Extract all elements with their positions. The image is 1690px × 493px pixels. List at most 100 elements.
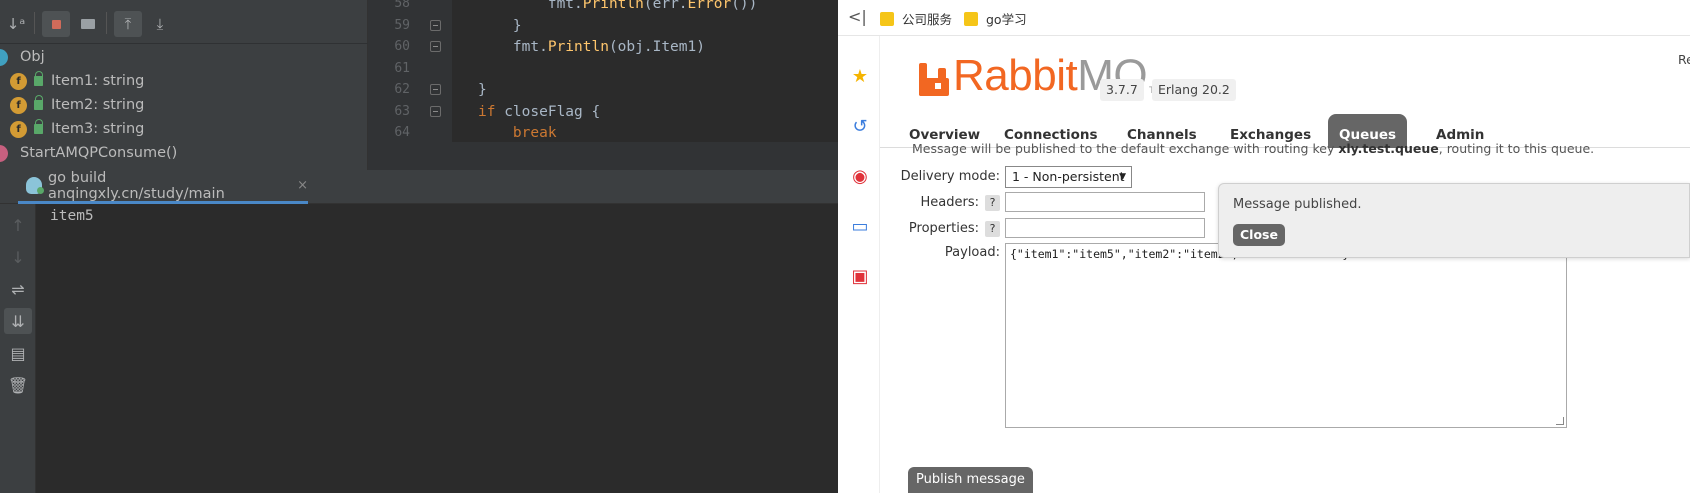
show-private-lock-icon[interactable]: [42, 11, 70, 37]
structure-panel: ↓ᵃ ⤒ ⤓ Obj f Item1: string f Item2: stri…: [0, 0, 368, 170]
star-icon[interactable]: ★: [848, 64, 872, 88]
logo-text-rabbit: Rabbit: [953, 51, 1078, 100]
close-icon[interactable]: ×: [297, 178, 308, 193]
version-badge: 3.7.7: [1100, 79, 1144, 101]
code-text: fmt.Println(obj.Item1): [478, 39, 705, 55]
tree-item-label: StartAMQPConsume(): [20, 145, 178, 161]
toolbar-divider: [34, 12, 35, 34]
console-output: item5: [50, 208, 94, 224]
code-line: 64 break: [368, 121, 838, 142]
print-icon[interactable]: ▤: [4, 340, 32, 366]
toast-message: Message published.: [1233, 197, 1362, 212]
rabbitmq-page: Rabbit MQ TM 3.7.7 Erlang 20.2 Refreshe …: [880, 36, 1690, 493]
run-tab-go-build[interactable]: go build anqingxly.cn/study/main ×: [18, 170, 308, 204]
code-line: 59 }: [368, 14, 838, 38]
history-icon[interactable]: ↺: [848, 114, 872, 138]
erlang-version-badge: Erlang 20.2: [1152, 79, 1236, 101]
tree-item-item1[interactable]: f Item1: string: [0, 69, 368, 93]
browser-window-icon[interactable]: ▭: [848, 214, 872, 238]
line-number: 64: [394, 125, 410, 140]
run-tab-label: go build anqingxly.cn/study/main: [47, 169, 225, 202]
refresh-label[interactable]: Refreshe: [1678, 52, 1690, 67]
routing-key: xly.test.queue: [1338, 141, 1439, 156]
trash-icon[interactable]: 🗑: [4, 372, 32, 398]
bookmarks-bar: <| 公司服务 go学习: [838, 0, 1690, 36]
method-icon: [0, 144, 8, 162]
bookmark-go-study[interactable]: go学习: [964, 9, 1027, 28]
code-line: 61: [368, 57, 838, 81]
publish-message-button[interactable]: Publish message: [908, 467, 1033, 493]
editor-bottom-strip: [368, 142, 838, 170]
structure-tree: Obj f Item1: string f Item2: string f It…: [0, 45, 368, 165]
headers-label: Headers:?: [880, 195, 1000, 211]
screen: ↓ᵃ ⤒ ⤓ Obj f Item1: string f Item2: stri…: [0, 0, 1690, 493]
tree-item-item2[interactable]: f Item2: string: [0, 93, 368, 117]
structure-toolbar: ↓ᵃ ⤒ ⤓: [0, 0, 368, 44]
payload-label: Payload:: [944, 245, 1000, 260]
arrow-down-icon[interactable]: ↓: [4, 244, 32, 270]
code-line: 63 if closeFlag {: [368, 100, 838, 124]
help-icon[interactable]: ?: [985, 195, 1000, 211]
browser-side-panel: ★ ↺ ◉ ▭ ▣: [838, 36, 880, 493]
tree-item-label: Item3: string: [51, 121, 145, 137]
go-gopher-icon: [26, 177, 44, 194]
bookmark-label: 公司服务: [902, 12, 953, 27]
field-icon: f: [10, 96, 27, 114]
expand-all-icon[interactable]: ⤒: [114, 11, 142, 37]
rabbitmq-logo-icon: [919, 63, 949, 96]
line-number: 63: [394, 103, 410, 119]
pdf-icon[interactable]: ▣: [848, 264, 872, 288]
payload-textarea[interactable]: {"item1":"item5","item2":"item2","item3"…: [1005, 243, 1567, 428]
tree-item-item3[interactable]: f Item3: string: [0, 117, 368, 141]
bookmark-label: go学习: [986, 12, 1027, 27]
tree-item-obj[interactable]: Obj: [0, 45, 368, 69]
toast-close-button[interactable]: Close: [1233, 224, 1285, 246]
code-line: 62}: [368, 78, 838, 102]
help-icon[interactable]: ?: [985, 221, 1000, 237]
line-number: 60: [394, 39, 410, 54]
line-number: 61: [394, 60, 410, 76]
code-text: if closeFlag {: [478, 103, 601, 120]
folder-icon: [880, 11, 894, 26]
ide-window: ↓ᵃ ⤒ ⤓ Obj f Item1: string f Item2: stri…: [0, 0, 838, 493]
line-number: 59: [394, 17, 410, 33]
tree-item-label: Item1: string: [51, 73, 145, 89]
resize-grip-icon[interactable]: [1556, 417, 1564, 425]
message-published-toast: Message published. Close: [1218, 183, 1690, 258]
toolbar-divider: [106, 12, 107, 34]
scroll-to-end-icon[interactable]: ⇊: [4, 308, 32, 334]
routing-note: Message will be published to the default…: [912, 141, 1595, 156]
public-lock-icon: [34, 71, 43, 86]
field-icon: f: [10, 72, 27, 90]
delivery-mode-label: Delivery mode:: [900, 169, 1000, 184]
fold-marker-icon[interactable]: [430, 19, 441, 31]
weibo-icon[interactable]: ◉: [848, 164, 872, 188]
collapse-all-icon[interactable]: ⤓: [146, 11, 174, 37]
field-icon: f: [10, 120, 27, 138]
run-tab-bar: go build anqingxly.cn/study/main ×: [0, 170, 838, 204]
run-console[interactable]: item5: [36, 204, 838, 493]
arrow-up-icon[interactable]: ↑: [4, 212, 32, 238]
sidebar-toggle-icon[interactable]: <|: [848, 7, 867, 26]
folder-icon: [964, 11, 978, 26]
code-line: 60 fmt.Println(obj.Item1): [368, 35, 838, 59]
public-lock-icon: [34, 95, 43, 110]
headers-input[interactable]: [1005, 192, 1205, 212]
tree-item-start-amqp-consume[interactable]: StartAMQPConsume(): [0, 141, 368, 165]
code-text: break: [478, 125, 557, 141]
sort-alpha-icon[interactable]: ↓ᵃ: [2, 11, 30, 37]
fold-marker-icon[interactable]: [430, 41, 441, 52]
fold-marker-icon[interactable]: [430, 84, 441, 95]
bookmark-company-services[interactable]: 公司服务: [880, 9, 952, 28]
show-folder-icon[interactable]: [74, 11, 102, 37]
code-text: }: [478, 82, 487, 98]
public-lock-icon: [34, 119, 43, 134]
properties-input[interactable]: [1005, 218, 1205, 238]
struct-icon: [0, 48, 8, 66]
soft-wrap-icon[interactable]: ⇌: [4, 276, 32, 302]
code-editor[interactable]: 58 fmt.Println(err.Error()) 59 } 60 fmt.Pr…: [368, 0, 838, 142]
code-text: }: [478, 17, 522, 34]
line-number: 62: [394, 82, 410, 97]
delivery-mode-select[interactable]: 1 - Non-persistent: [1005, 166, 1132, 188]
fold-marker-icon[interactable]: [430, 105, 441, 117]
